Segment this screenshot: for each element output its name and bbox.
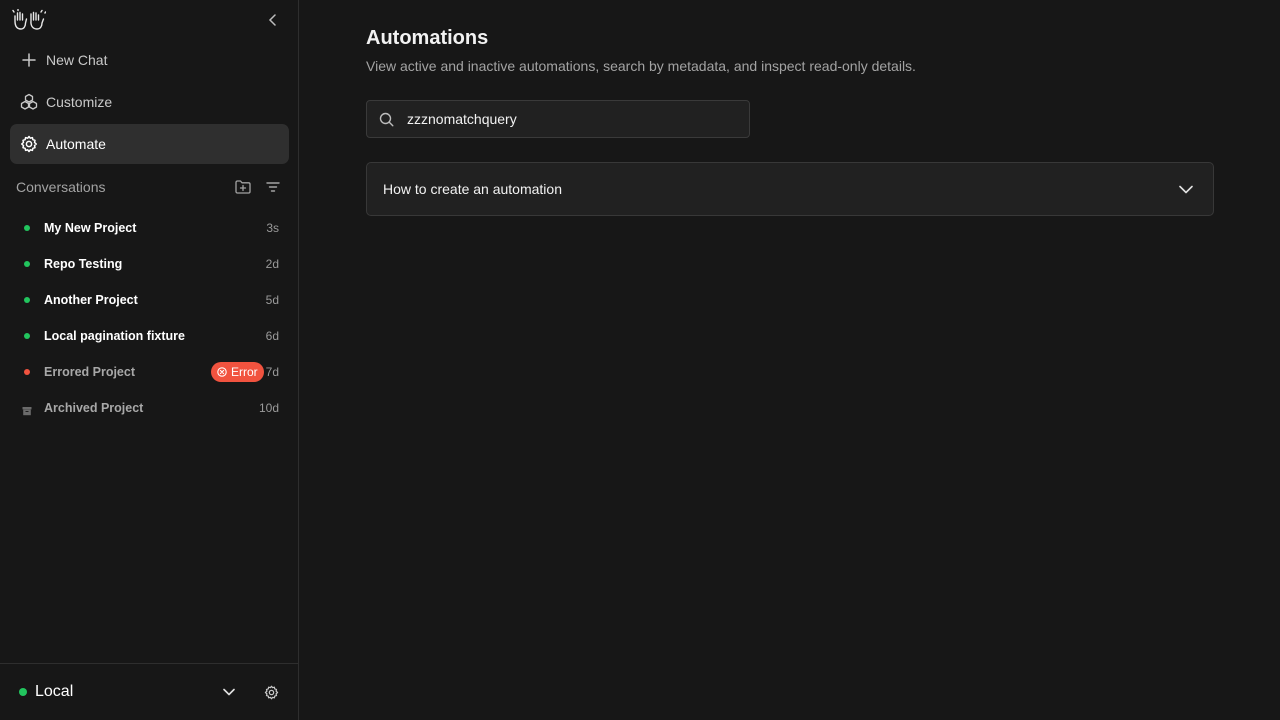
main-content: Automations View active and inactive aut… <box>300 0 1280 720</box>
chevron-down-icon[interactable] <box>221 684 237 700</box>
new-chat-label: New Chat <box>46 52 108 68</box>
how-to-accordion[interactable]: How to create an automation <box>366 162 1214 216</box>
conversation-time: 2d <box>265 257 279 271</box>
status-dot <box>24 297 30 303</box>
conversation-title: Repo Testing <box>44 257 123 271</box>
conversation-title: Errored Project <box>44 365 136 379</box>
chevron-down-icon <box>1177 180 1195 198</box>
status-dot <box>24 333 30 339</box>
automate-label: Automate <box>46 136 106 152</box>
gear-icon <box>20 135 38 153</box>
conversation-title: My New Project <box>44 221 137 235</box>
automate-button[interactable]: Automate <box>10 124 289 164</box>
automation-search[interactable] <box>366 100 750 138</box>
search-icon <box>379 111 395 127</box>
error-status-dot <box>24 369 30 375</box>
plus-icon <box>20 51 38 69</box>
conversation-item[interactable]: Archived Project 10d <box>16 390 282 426</box>
conversation-title: Archived Project <box>44 401 144 415</box>
conversation-item[interactable]: My New Project 3s <box>16 210 282 246</box>
sidebar: New Chat Customize Automate Conversation… <box>0 0 299 720</box>
connection-status-dot <box>19 688 27 696</box>
accordion-title: How to create an automation <box>383 181 562 197</box>
filter-icon[interactable] <box>264 178 282 196</box>
settings-gear-icon[interactable] <box>263 684 279 700</box>
conversation-time: 5d <box>265 293 279 307</box>
customize-label: Customize <box>46 94 113 110</box>
conversation-item[interactable]: Repo Testing 2d <box>16 246 282 282</box>
archive-box-icon <box>22 403 32 416</box>
page-title: Automations <box>366 27 489 49</box>
conversation-time: 7d <box>265 365 279 379</box>
page-subtitle: View active and inactive automations, se… <box>366 58 916 74</box>
cubes-icon <box>20 93 38 111</box>
conversation-item[interactable]: Another Project 5d <box>16 282 282 318</box>
conversation-title: Another Project <box>44 293 138 307</box>
conversation-title: Local pagination fixture <box>44 329 185 343</box>
status-dot <box>24 225 30 231</box>
environment-selector[interactable]: Local <box>35 683 221 701</box>
conversation-item[interactable]: Local pagination fixture 6d <box>16 318 282 354</box>
status-dot <box>24 261 30 267</box>
conversation-time: 3s <box>266 221 279 235</box>
new-folder-icon[interactable] <box>234 178 252 196</box>
error-badge-label: Error <box>230 365 258 379</box>
new-chat-button[interactable]: New Chat <box>10 40 289 80</box>
conversations-header: Conversations <box>16 177 282 197</box>
error-circle-x-icon <box>217 367 227 377</box>
conversation-item[interactable]: Errored Project Error 7d <box>16 354 282 390</box>
error-badge: Error <box>210 362 264 382</box>
search-input[interactable] <box>407 111 737 127</box>
conversation-time: 6d <box>265 329 279 343</box>
conversations-label: Conversations <box>16 179 106 195</box>
customize-button[interactable]: Customize <box>10 82 289 122</box>
conversation-time: 10d <box>258 401 279 415</box>
collapse-sidebar-button[interactable] <box>265 11 281 29</box>
chevron-left-icon <box>268 14 276 26</box>
sidebar-footer: Local <box>0 663 299 720</box>
app-logo-hands-icon[interactable] <box>12 8 47 31</box>
